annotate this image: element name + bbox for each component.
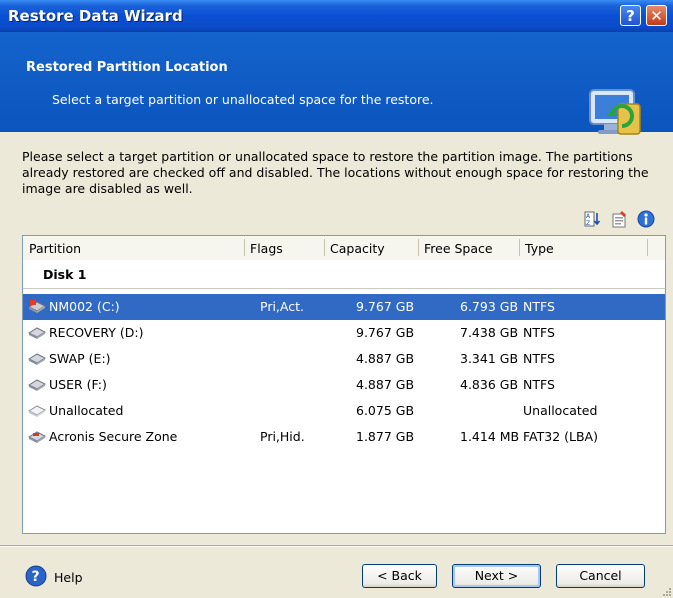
instructions-text: Please select a target partition or unal… xyxy=(22,149,649,196)
partition-name: Unallocated xyxy=(49,403,124,418)
partition-capacity: 1.877 GB xyxy=(356,429,415,444)
step-title: Restored Partition Location xyxy=(26,60,228,75)
info-icon[interactable] xyxy=(637,210,655,228)
disk-group-row: Disk 1 xyxy=(23,260,665,288)
column-type[interactable]: Type xyxy=(525,241,554,256)
partition-type: NTFS xyxy=(523,325,555,340)
partition-flags: Pri,Hid. xyxy=(260,429,305,444)
partition-row[interactable]: NM002 (C:) Pri,Act. 9.767 GB 6.793 GB NT… xyxy=(23,294,665,320)
close-button[interactable]: ✕ xyxy=(646,5,667,26)
sort-icon[interactable]: A Z xyxy=(584,210,602,228)
column-free-space[interactable]: Free Space xyxy=(424,241,493,256)
partition-name: SWAP (E:) xyxy=(49,351,111,366)
properties-icon[interactable] xyxy=(611,210,629,228)
partition-capacity: 4.887 GB xyxy=(356,377,415,392)
window-title: Restore Data Wizard xyxy=(8,7,183,25)
partition-capacity: 9.767 GB xyxy=(356,299,415,314)
partition-free-space: 3.341 GB xyxy=(460,351,519,366)
title-bar[interactable]: Restore Data Wizard ? ✕ xyxy=(0,0,673,32)
partition-name: Acronis Secure Zone xyxy=(49,429,178,444)
wizard-header: Restored Partition Location Select a tar… xyxy=(0,32,673,135)
partition-name: RECOVERY (D:) xyxy=(49,325,144,340)
partition-capacity: 4.887 GB xyxy=(356,351,415,366)
partition-name: NM002 (C:) xyxy=(49,299,120,314)
secure-zone-icon xyxy=(28,431,46,443)
partition-row[interactable]: Unallocated 6.075 GB Unallocated xyxy=(23,398,665,424)
disk-icon xyxy=(28,327,46,339)
help-link[interactable]: Help xyxy=(54,570,83,585)
partition-row[interactable]: Acronis Secure Zone Pri,Hid. 1.877 GB 1.… xyxy=(23,424,665,450)
partition-row[interactable]: RECOVERY (D:) 9.767 GB 7.438 GB NTFS xyxy=(23,320,665,346)
back-button[interactable]: < Back xyxy=(362,564,437,588)
column-partition[interactable]: Partition xyxy=(29,241,81,256)
partition-free-space: 4.836 GB xyxy=(460,377,519,392)
partition-free-space: 7.438 GB xyxy=(460,325,519,340)
help-title-button[interactable]: ? xyxy=(620,5,641,26)
step-subtitle: Select a target partition or unallocated… xyxy=(52,92,434,107)
disk-icon xyxy=(28,379,46,391)
svg-text:?: ? xyxy=(32,569,40,585)
unallocated-disk-icon xyxy=(28,405,46,417)
resize-grip-icon[interactable] xyxy=(660,585,672,597)
partition-type: Unallocated xyxy=(523,403,598,418)
disk-icon xyxy=(28,353,46,365)
list-header: Partition Flags Capacity Free Space Type xyxy=(23,236,665,261)
partition-row[interactable]: USER (F:) 4.887 GB 4.836 GB NTFS xyxy=(23,372,665,398)
partition-name: USER (F:) xyxy=(49,377,107,392)
help-icon[interactable]: ? xyxy=(25,565,47,587)
restore-data-wizard-window: Restore Data Wizard ? ✕ Restored Partiti… xyxy=(0,0,673,598)
partition-flags: Pri,Act. xyxy=(260,299,304,314)
partition-list[interactable]: Partition Flags Capacity Free Space Type… xyxy=(22,235,666,534)
partition-free-space: 6.793 GB xyxy=(460,299,519,314)
cancel-button[interactable]: Cancel xyxy=(556,564,645,588)
partition-type: NTFS xyxy=(523,377,555,392)
svg-text:Z: Z xyxy=(586,220,590,227)
column-capacity[interactable]: Capacity xyxy=(330,241,385,256)
partition-type: NTFS xyxy=(523,351,555,366)
column-flags[interactable]: Flags xyxy=(250,241,283,256)
disk-label: Disk 1 xyxy=(43,267,87,282)
partition-type: FAT32 (LBA) xyxy=(523,429,598,444)
partition-free-space: 1.414 MB xyxy=(460,429,520,444)
restore-wizard-icon xyxy=(589,89,641,135)
next-button[interactable]: Next > xyxy=(452,564,541,588)
partition-type: NTFS xyxy=(523,299,555,314)
partition-row[interactable]: SWAP (E:) 4.887 GB 3.341 GB NTFS xyxy=(23,346,665,372)
partition-capacity: 6.075 GB xyxy=(356,403,415,418)
system-disk-icon xyxy=(28,300,46,313)
partition-capacity: 9.767 GB xyxy=(356,325,415,340)
